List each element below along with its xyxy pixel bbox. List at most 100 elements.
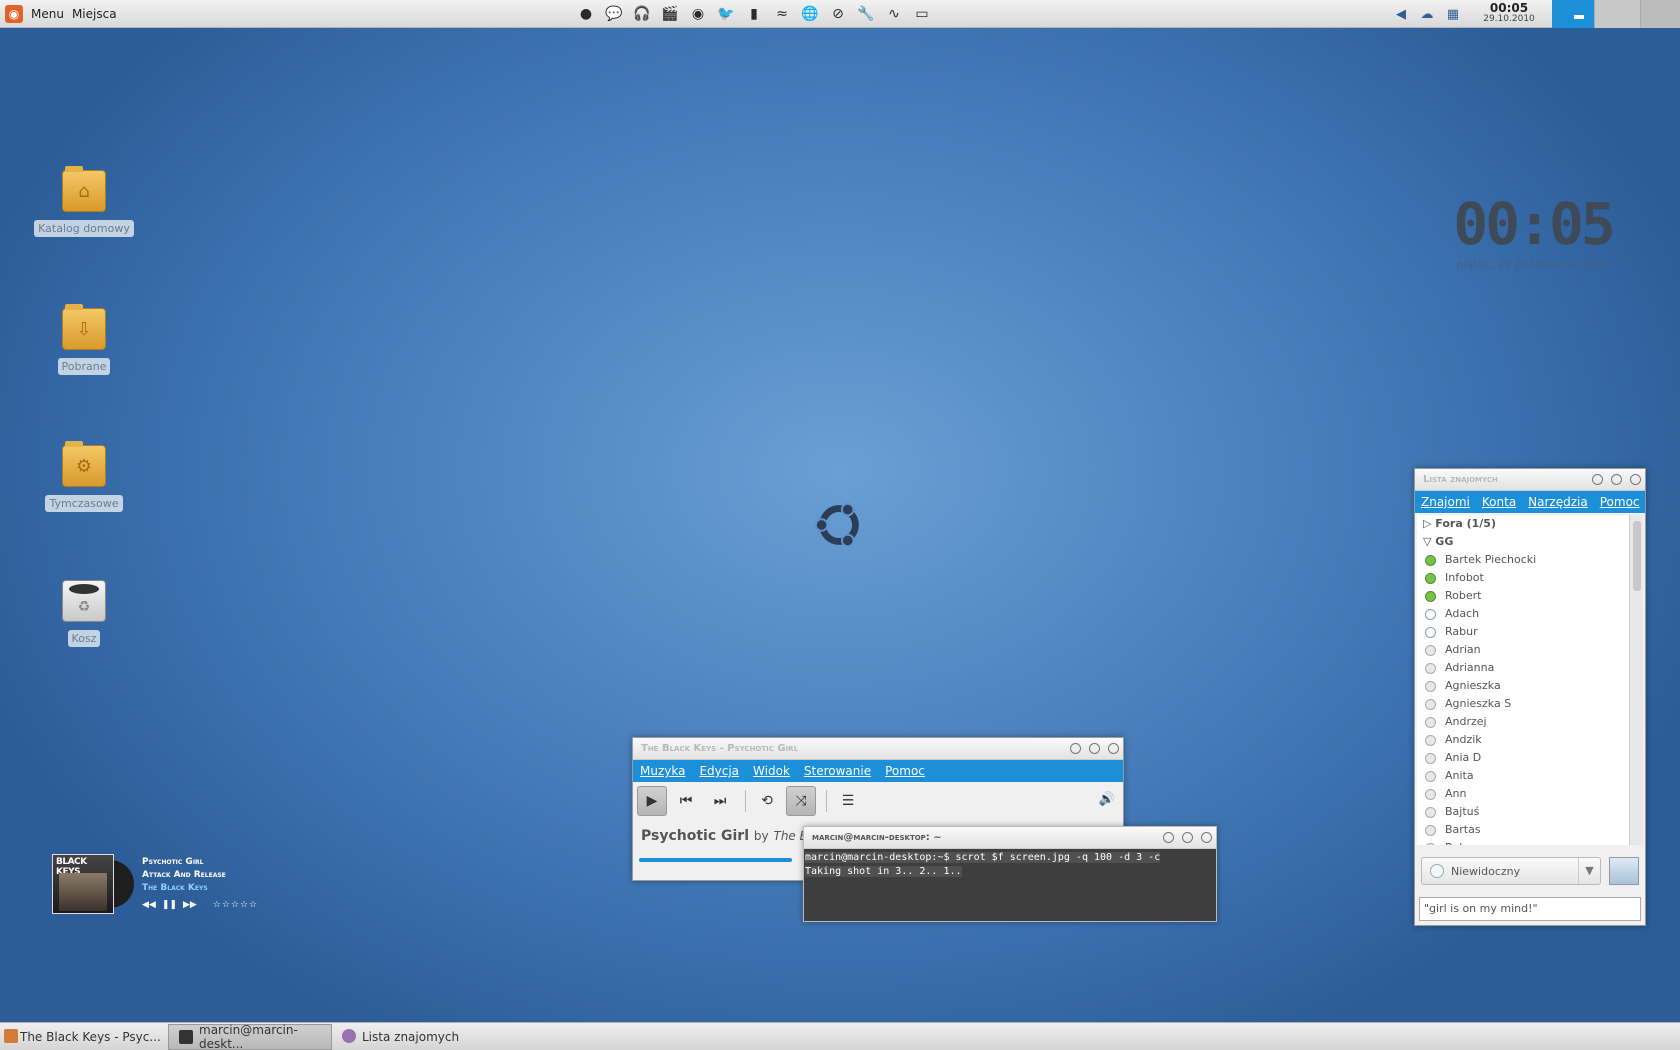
panel-clock[interactable]: 00:05 29.10.2010 [1474, 2, 1544, 25]
window-titlebar[interactable]: marcin@marcin-desktop: ~ [804, 827, 1216, 849]
contact-item[interactable]: Andzik [1417, 731, 1631, 749]
scrollbar[interactable] [1629, 515, 1643, 845]
taskbar-item-buddylist[interactable]: Lista znajomych [332, 1024, 482, 1050]
pulse-icon[interactable]: ∿ [884, 4, 904, 24]
window-title: marcin@marcin-desktop: ~ [812, 832, 942, 843]
ubuntu-menu-icon[interactable]: ◉ [5, 4, 23, 23]
prev-icon[interactable]: ◀◀ [142, 900, 156, 910]
taskbar-item-terminal[interactable]: marcin@marcin-deskt... [168, 1023, 332, 1050]
menu-narzedzia[interactable]: Narzędzia [1528, 495, 1588, 509]
avatar[interactable] [1609, 857, 1639, 885]
contact-item[interactable]: Agnieszka [1417, 677, 1631, 695]
tray-arrow-icon[interactable]: ◀ [1391, 4, 1411, 24]
contact-item[interactable]: Infobot [1417, 569, 1631, 587]
workspace-2[interactable] [1594, 0, 1640, 28]
monitor-icon[interactable]: ▭ [912, 4, 932, 24]
contact-list[interactable]: ▷ Fora (1/5) ▽ GG Bartek Piechocki Infobo… [1417, 515, 1631, 845]
progress-bar[interactable] [639, 858, 792, 862]
menu-konta[interactable]: Konta [1482, 495, 1516, 509]
contact-item[interactable]: Bak [1417, 839, 1631, 845]
pidgin-tray-icon[interactable]: ☁ [1417, 4, 1437, 24]
minimize-icon[interactable] [1163, 832, 1174, 843]
status-message-input[interactable]: "girl is on my mind!" [1419, 897, 1641, 921]
calendar-tray-icon[interactable]: ▦ [1443, 4, 1463, 24]
repeat-button[interactable]: ⟲ [752, 786, 782, 816]
group-fora[interactable]: ▷ Fora (1/5) [1417, 515, 1631, 533]
next-button[interactable]: ⏭ [705, 786, 735, 816]
chat-icon[interactable]: 💬 [604, 4, 624, 24]
panel-clock-date: 29.10.2010 [1483, 14, 1535, 24]
window-titlebar[interactable]: Lista znajomych [1415, 469, 1645, 491]
music-meta: Psychotic Girl Attack And Release The Bl… [142, 856, 226, 895]
taskbar-item-rhythmbox[interactable]: The Black Keys - Psyc... [0, 1024, 168, 1050]
contact-name: Andzik [1445, 733, 1482, 746]
chevron-down-icon[interactable]: ▼ [1578, 858, 1600, 884]
rating-stars[interactable]: ☆☆☆☆☆ [213, 900, 258, 910]
menu-edycja[interactable]: Edycja [699, 764, 739, 778]
desktop-icon-trash[interactable]: ♻ Kosz [34, 580, 134, 647]
film-icon[interactable]: 🎬 [660, 4, 680, 24]
contact-item[interactable]: Ania D [1417, 749, 1631, 767]
playlist-icon[interactable]: ☰ [833, 786, 863, 816]
ubuntu-logo-icon [814, 502, 859, 548]
close-icon[interactable] [1630, 474, 1641, 485]
status-selector[interactable]: Niewidoczny ▼ [1421, 857, 1601, 885]
contact-item[interactable]: Rabur [1417, 623, 1631, 641]
launcher-bar: ● 💬 🎧 🎬 ◉ 🐦 ▮ ≈ 🌐 ⊘ 🔧 ∿ ▭ [576, 4, 932, 24]
desktop-icon-temp[interactable]: ⚙ Tymczasowe [34, 441, 134, 512]
close-icon[interactable] [1108, 743, 1119, 754]
contact-item[interactable]: Adach [1417, 605, 1631, 623]
contact-item[interactable]: Robert [1417, 587, 1631, 605]
contact-item[interactable]: Bajtuś [1417, 803, 1631, 821]
menu-pomoc[interactable]: Pomoc [1600, 495, 1640, 509]
close-icon[interactable] [1201, 832, 1212, 843]
contact-item[interactable]: Andrzej [1417, 713, 1631, 731]
desktop-icon-home[interactable]: ⌂ Katalog domowy [34, 166, 134, 237]
places-button[interactable]: Miejsca [72, 7, 117, 21]
contact-item[interactable]: Bartek Piechocki [1417, 551, 1631, 569]
music-artist: The Black Keys [142, 883, 208, 893]
group-gg[interactable]: ▽ GG [1417, 533, 1631, 551]
book-icon[interactable]: ▮ [744, 4, 764, 24]
contact-item[interactable]: Bartas [1417, 821, 1631, 839]
maximize-icon[interactable] [1089, 743, 1100, 754]
contact-item[interactable]: Anita [1417, 767, 1631, 785]
minimize-icon[interactable] [1070, 743, 1081, 754]
contact-item[interactable]: Agnieszka S [1417, 695, 1631, 713]
bird-icon[interactable]: 🐦 [716, 4, 736, 24]
wrench-icon[interactable]: 🔧 [856, 4, 876, 24]
menu-pomoc[interactable]: Pomoc [885, 764, 925, 778]
previous-button[interactable]: ⏮ [671, 786, 701, 816]
firefox-icon[interactable]: ● [576, 4, 596, 24]
play-button[interactable]: ▶ [637, 786, 667, 816]
workspace-3[interactable] [1640, 0, 1680, 28]
contact-item[interactable]: Adrian [1417, 641, 1631, 659]
maximize-icon[interactable] [1611, 474, 1622, 485]
menu-widok[interactable]: Widok [753, 764, 790, 778]
globe-icon[interactable]: 🌐 [800, 4, 820, 24]
menu-znajomi[interactable]: Znajomi [1421, 495, 1470, 509]
workspace-1[interactable] [1552, 0, 1594, 28]
wave-icon[interactable]: ≈ [772, 4, 792, 24]
window-titlebar[interactable]: The Black Keys - Psychotic Girl [633, 738, 1123, 760]
brush-icon[interactable]: ⊘ [828, 4, 848, 24]
maximize-icon[interactable] [1182, 832, 1193, 843]
contact-item[interactable]: Ann [1417, 785, 1631, 803]
menu-button[interactable]: Menu [31, 7, 64, 21]
disc-icon[interactable]: ◉ [688, 4, 708, 24]
headphones-icon[interactable]: 🎧 [632, 4, 652, 24]
menu-muzyka[interactable]: Muzyka [640, 764, 685, 778]
menu-sterowanie[interactable]: Sterowanie [804, 764, 871, 778]
off-status-icon [1425, 788, 1436, 800]
pause-icon[interactable]: ❚❚ [162, 900, 177, 910]
desktop-icon-downloads[interactable]: ⇩ Pobrane [34, 304, 134, 375]
contact-item[interactable]: Adrianna [1417, 659, 1631, 677]
next-icon[interactable]: ▶▶ [183, 900, 197, 910]
off-status-icon [1425, 752, 1436, 764]
terminal-output[interactable]: marcin@marcin-desktop:~$ scrot $f screen… [804, 849, 1216, 881]
volume-icon[interactable]: 🔊 [1099, 792, 1115, 807]
shuffle-button[interactable]: ⤨ [786, 786, 816, 816]
contact-name: Adach [1445, 607, 1480, 620]
minimize-icon[interactable] [1592, 474, 1603, 485]
home-folder-icon: ⌂ [62, 166, 106, 212]
